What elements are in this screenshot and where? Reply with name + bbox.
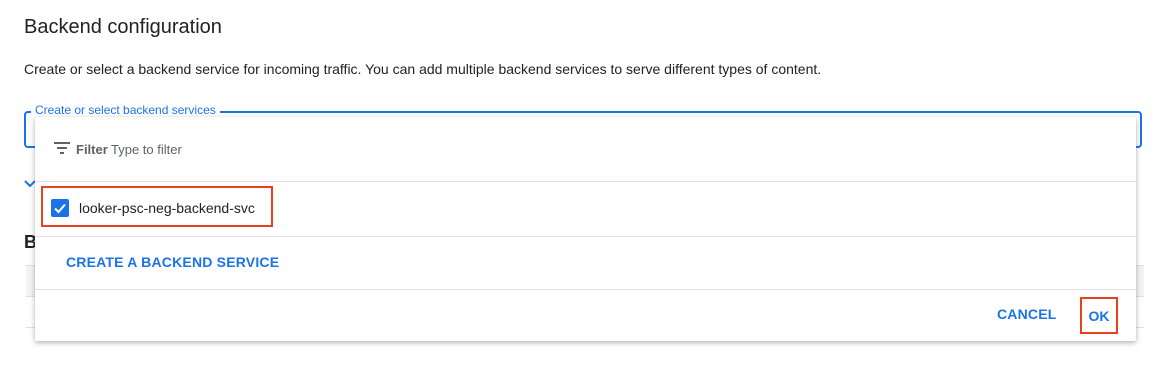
option-checkbox[interactable] [51, 199, 69, 217]
filter-icon [54, 142, 70, 154]
filter-row: Filter [35, 117, 1136, 182]
option-label: looker-psc-neg-backend-svc [79, 200, 255, 216]
filter-input[interactable] [109, 138, 513, 160]
create-backend-service-button[interactable]: CREATE A BACKEND SERVICE [66, 254, 279, 270]
ok-button[interactable]: OK [1080, 297, 1118, 334]
backend-services-dropdown: Filter looker-psc-neg-backend-svc CREATE… [35, 117, 1136, 341]
create-row: CREATE A BACKEND SERVICE [35, 237, 1136, 290]
dialog-actions: CANCEL OK [35, 290, 1136, 341]
filter-label: Filter [76, 142, 108, 157]
list-item[interactable]: looker-psc-neg-backend-svc [35, 182, 1136, 237]
cancel-button[interactable]: CANCEL [997, 306, 1057, 322]
check-icon [54, 203, 66, 214]
backend-services-field-label: Create or select backend services [31, 103, 220, 117]
section-title: Backend configuration [24, 16, 222, 38]
section-description: Create or select a backend service for i… [24, 61, 822, 77]
